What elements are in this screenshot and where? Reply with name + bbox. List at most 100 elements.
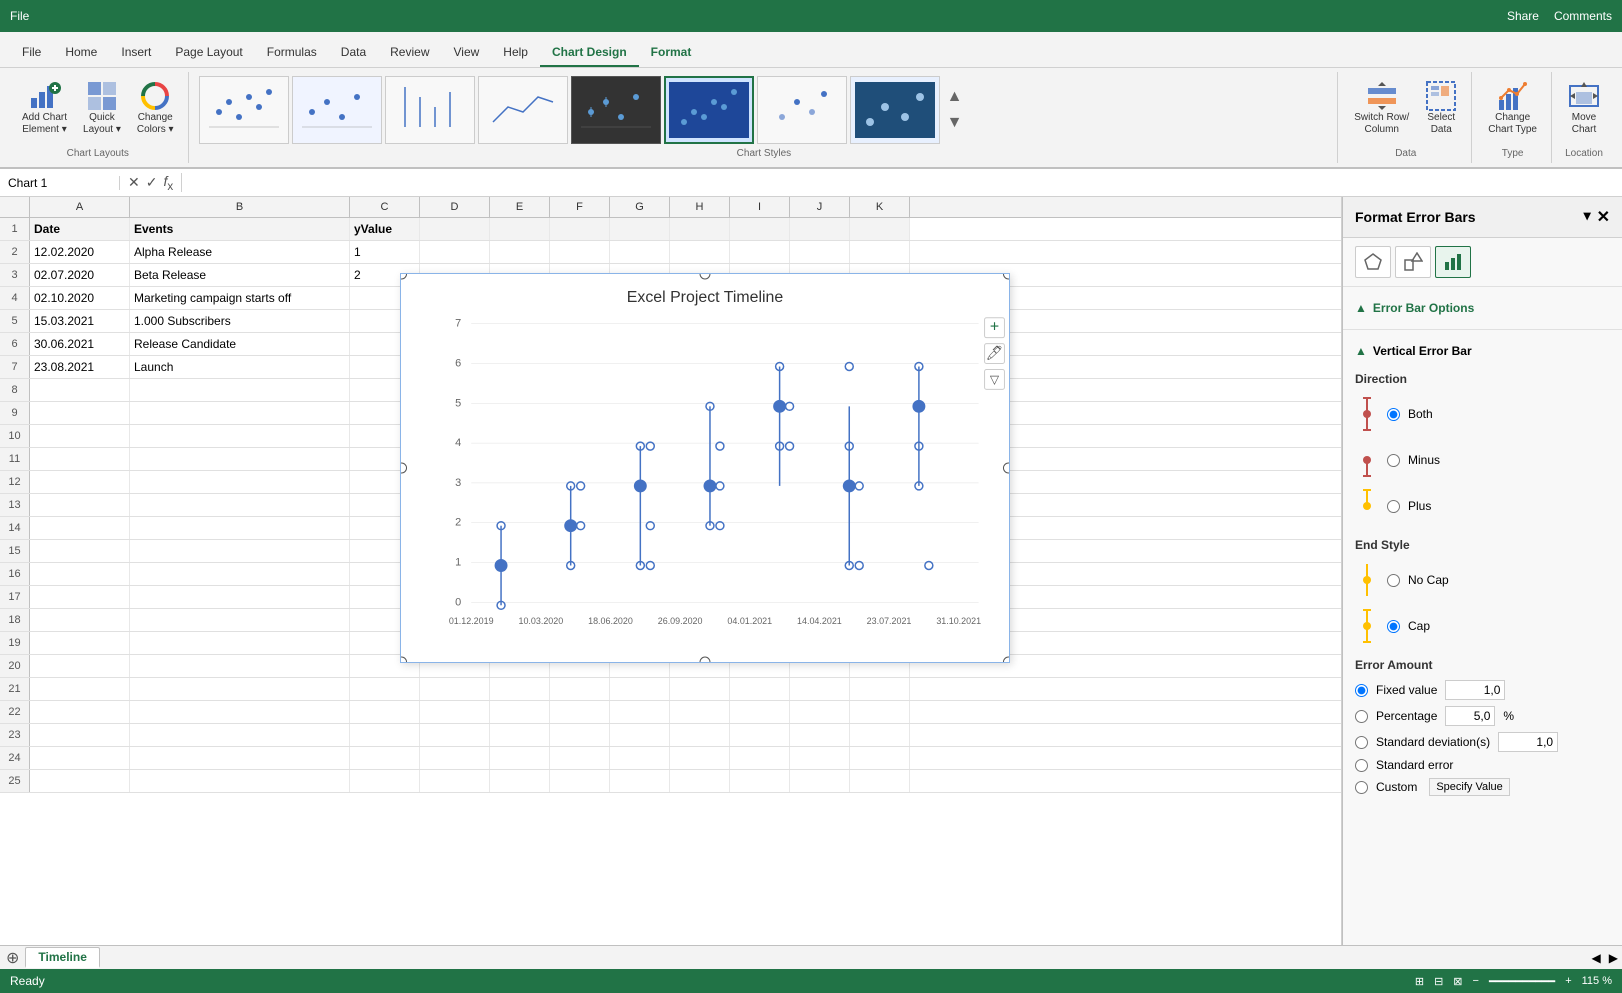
cell[interactable]: [30, 494, 130, 516]
page-layout-icon[interactable]: ⊟: [1434, 975, 1443, 988]
cell[interactable]: [790, 494, 850, 516]
cell[interactable]: [790, 471, 850, 493]
confirm-icon[interactable]: ✓: [146, 174, 158, 191]
cell[interactable]: [790, 448, 850, 470]
cell[interactable]: [670, 609, 730, 631]
cell[interactable]: [730, 724, 790, 746]
cell[interactable]: [490, 425, 550, 447]
cell[interactable]: [490, 333, 550, 355]
cell[interactable]: [490, 609, 550, 631]
cell[interactable]: [610, 287, 670, 309]
cell[interactable]: [130, 540, 350, 562]
cell[interactable]: [420, 747, 490, 769]
cell[interactable]: [610, 379, 670, 401]
add-sheet-button[interactable]: ⊕: [0, 948, 25, 968]
cell[interactable]: [610, 678, 670, 700]
cell[interactable]: [350, 609, 420, 631]
cell[interactable]: [30, 632, 130, 654]
col-header-h[interactable]: H: [670, 197, 730, 217]
cell[interactable]: [490, 264, 550, 286]
cell[interactable]: [790, 425, 850, 447]
insert-function-icon[interactable]: fx: [163, 173, 173, 193]
chart-style-8[interactable]: [850, 76, 940, 144]
cell[interactable]: [350, 655, 420, 677]
cell[interactable]: [790, 678, 850, 700]
cell[interactable]: 23.08.2021: [30, 356, 130, 378]
cell[interactable]: [420, 310, 490, 332]
cell[interactable]: [490, 310, 550, 332]
cell[interactable]: [30, 517, 130, 539]
add-chart-element-button[interactable]: Add ChartElement ▾: [16, 76, 73, 140]
cell[interactable]: [420, 356, 490, 378]
comments-button[interactable]: Comments: [1554, 9, 1612, 23]
cell[interactable]: [350, 402, 420, 424]
cell[interactable]: [550, 517, 610, 539]
chart-style-3[interactable]: [385, 76, 475, 144]
cell[interactable]: [670, 724, 730, 746]
cell[interactable]: Events: [130, 218, 350, 240]
switch-row-column-button[interactable]: Switch Row/Column: [1348, 76, 1415, 140]
page-break-icon[interactable]: ⊠: [1453, 975, 1462, 988]
cell[interactable]: [670, 701, 730, 723]
cell[interactable]: [850, 241, 910, 263]
formula-input[interactable]: [182, 176, 1622, 190]
cell[interactable]: [420, 494, 490, 516]
panel-icon-bar-chart[interactable]: [1435, 246, 1471, 278]
cell[interactable]: [730, 517, 790, 539]
select-data-button[interactable]: SelectData: [1419, 76, 1463, 140]
cell[interactable]: [490, 356, 550, 378]
cell[interactable]: [670, 632, 730, 654]
cell[interactable]: [850, 471, 910, 493]
cell[interactable]: [30, 586, 130, 608]
cell[interactable]: [610, 540, 670, 562]
cell[interactable]: [850, 356, 910, 378]
cell[interactable]: [550, 218, 610, 240]
cell[interactable]: [350, 632, 420, 654]
cell[interactable]: [610, 563, 670, 585]
cell[interactable]: [130, 632, 350, 654]
cell[interactable]: [610, 425, 670, 447]
direction-plus-radio[interactable]: [1387, 500, 1400, 513]
cell[interactable]: [420, 471, 490, 493]
tab-format[interactable]: Format: [639, 39, 704, 67]
cell[interactable]: [490, 701, 550, 723]
cell[interactable]: [130, 563, 350, 585]
cell[interactable]: 02.07.2020: [30, 264, 130, 286]
col-header-f[interactable]: F: [550, 197, 610, 217]
cell[interactable]: [610, 333, 670, 355]
zoom-out-icon[interactable]: −: [1473, 975, 1479, 987]
cell[interactable]: [730, 241, 790, 263]
cell[interactable]: [790, 701, 850, 723]
cell[interactable]: [420, 333, 490, 355]
tab-insert[interactable]: Insert: [109, 39, 163, 67]
error-stddev-radio[interactable]: [1355, 736, 1368, 749]
tab-help[interactable]: Help: [491, 39, 540, 67]
cell[interactable]: [730, 310, 790, 332]
cell[interactable]: [790, 655, 850, 677]
cell[interactable]: [790, 379, 850, 401]
cell[interactable]: [350, 356, 420, 378]
cell[interactable]: [30, 540, 130, 562]
chart-style-5[interactable]: [571, 76, 661, 144]
cell[interactable]: [490, 655, 550, 677]
cell[interactable]: [670, 747, 730, 769]
cell[interactable]: [790, 241, 850, 263]
cell[interactable]: [420, 724, 490, 746]
cell[interactable]: [350, 494, 420, 516]
cell[interactable]: [670, 655, 730, 677]
cell[interactable]: Beta Release: [130, 264, 350, 286]
cell[interactable]: [130, 494, 350, 516]
cell[interactable]: yValue: [350, 218, 420, 240]
cell[interactable]: [670, 448, 730, 470]
error-percentage-radio[interactable]: [1355, 710, 1368, 723]
cell[interactable]: [670, 425, 730, 447]
cell[interactable]: [130, 770, 350, 792]
cell[interactable]: [30, 448, 130, 470]
cell[interactable]: [550, 241, 610, 263]
cell[interactable]: [30, 379, 130, 401]
cell[interactable]: [850, 747, 910, 769]
cell[interactable]: [790, 402, 850, 424]
cell[interactable]: [350, 540, 420, 562]
cell[interactable]: [610, 724, 670, 746]
cell[interactable]: [30, 471, 130, 493]
